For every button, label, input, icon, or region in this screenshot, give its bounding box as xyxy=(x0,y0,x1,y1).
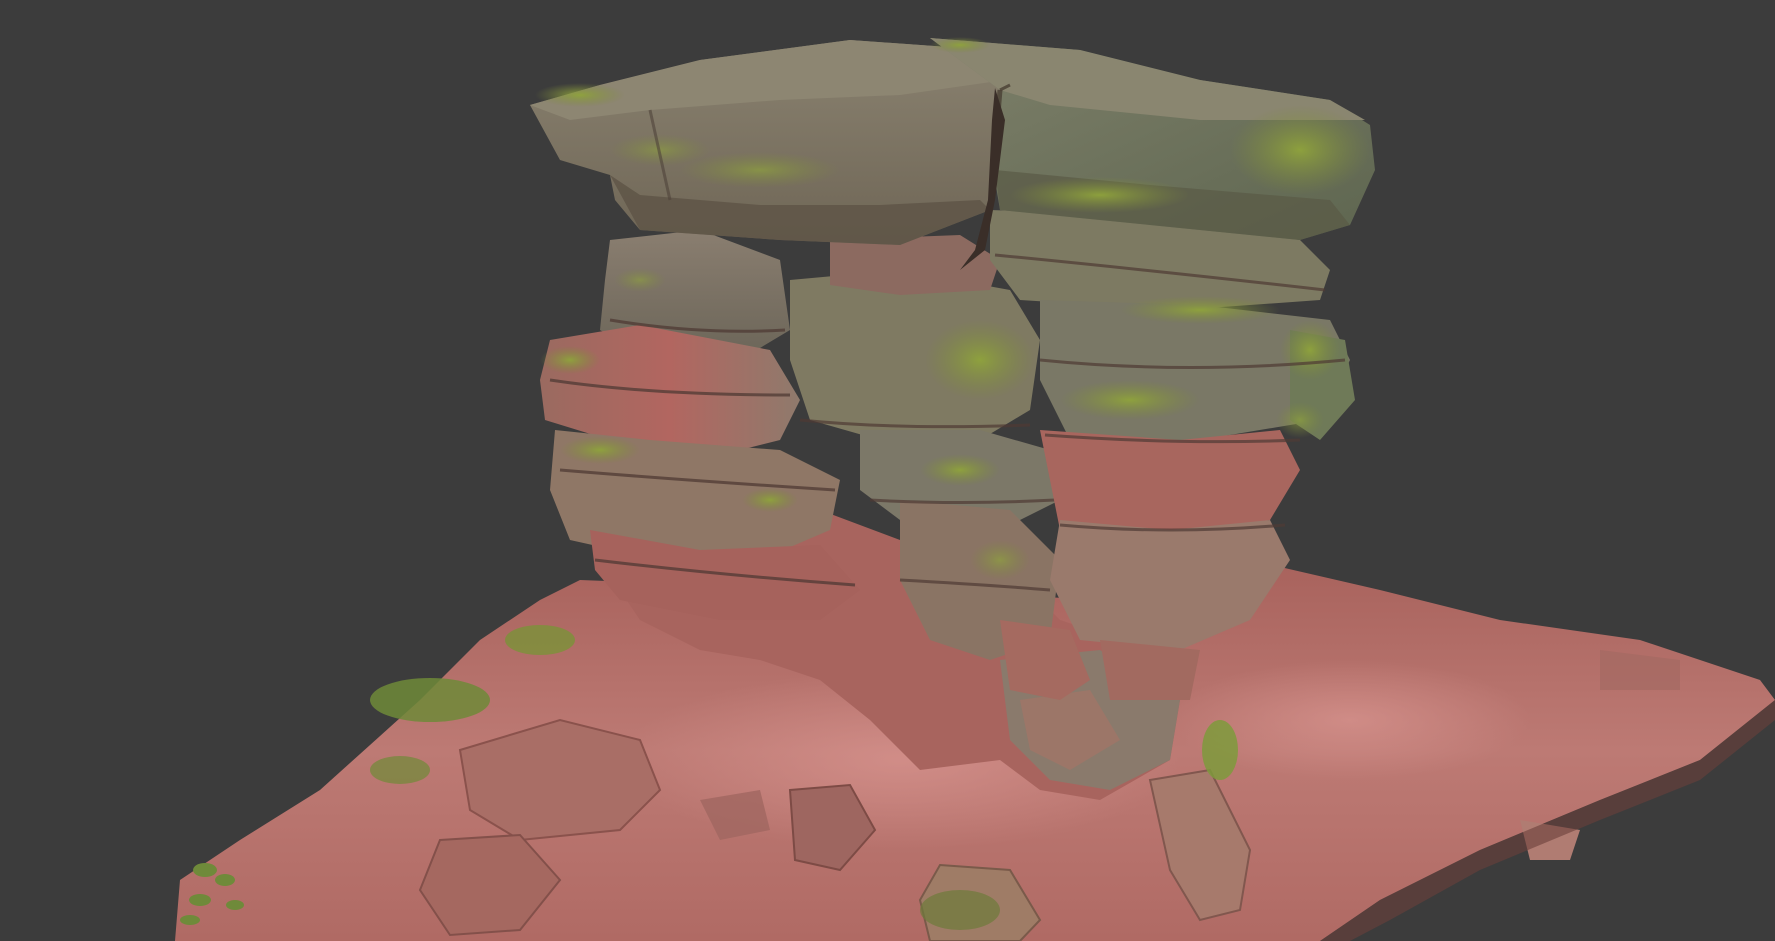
rock-model-scene xyxy=(175,37,1775,941)
rock-cap-left xyxy=(530,40,1010,245)
3d-viewport[interactable] xyxy=(0,0,1775,941)
